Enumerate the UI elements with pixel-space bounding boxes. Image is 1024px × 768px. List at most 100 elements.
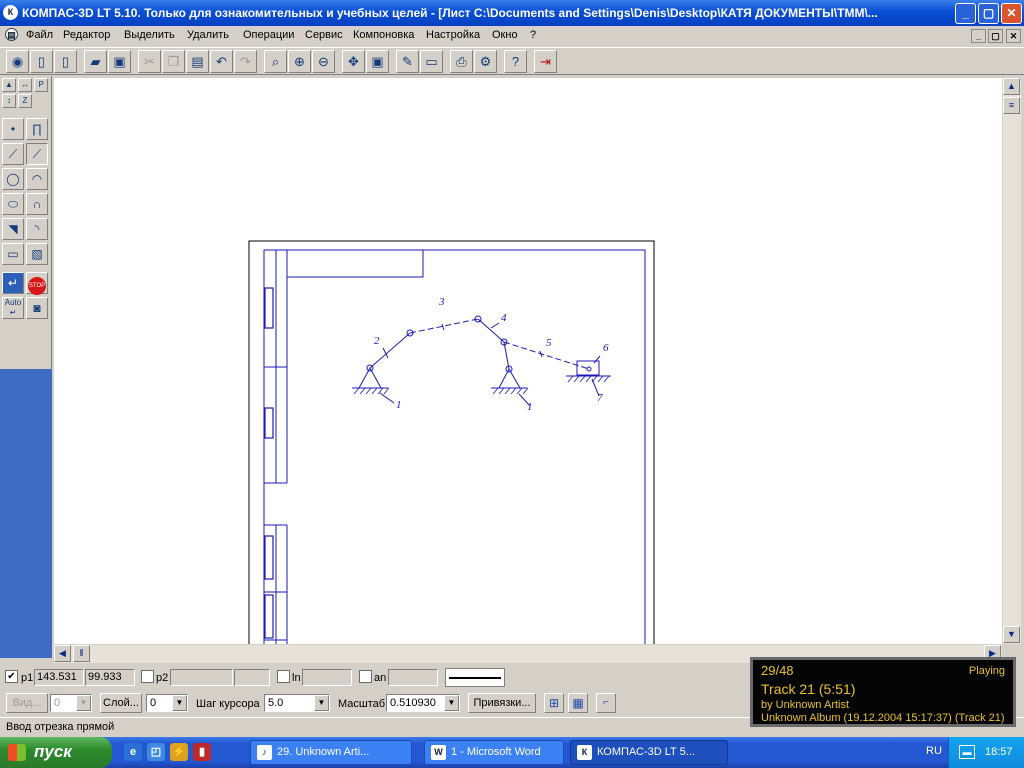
- menu-file[interactable]: Файл: [26, 29, 53, 41]
- circle-tool-icon[interactable]: ◯: [2, 168, 24, 190]
- start-button[interactable]: пуск: [0, 737, 112, 768]
- task-kompas[interactable]: К КОМПАС-3D LT 5...: [570, 740, 728, 765]
- p2-y-field[interactable]: [234, 669, 270, 686]
- grid-snap-icon[interactable]: ⊞: [544, 693, 564, 713]
- segment-tool-icon[interactable]: ⟋: [2, 143, 24, 165]
- new-sheet-icon[interactable]: ▯: [54, 50, 77, 73]
- document-icon[interactable]: ▤: [5, 28, 18, 41]
- ln-field[interactable]: [302, 669, 352, 686]
- menu-layout[interactable]: Компоновка: [353, 29, 414, 41]
- media-icon[interactable]: ⚡: [170, 743, 188, 761]
- ellipse-tool-icon[interactable]: ⬭: [2, 193, 24, 215]
- scroll-down-icon[interactable]: ▼: [1003, 626, 1020, 643]
- grid-icon[interactable]: ▦: [568, 693, 588, 713]
- scroll-up-icon[interactable]: ▲: [1003, 78, 1020, 95]
- scroll-thumb-horizontal[interactable]: ⦀: [73, 645, 90, 662]
- print-icon[interactable]: ⚙: [474, 50, 497, 73]
- player-icon[interactable]: ▮: [193, 743, 211, 761]
- cut-icon[interactable]: ✂: [138, 50, 161, 73]
- scale-select[interactable]: 0.510930 ▼: [386, 694, 460, 712]
- tray-icon[interactable]: ▬: [959, 745, 975, 759]
- scroll-thumb-vertical[interactable]: ≡: [1003, 97, 1020, 114]
- desktop-icon[interactable]: ◰: [147, 743, 165, 761]
- doc-restore-button[interactable]: ▢: [988, 29, 1003, 43]
- text-tab-icon[interactable]: P: [34, 78, 48, 92]
- zoom-fit-icon[interactable]: ▣: [366, 50, 389, 73]
- menu-operations[interactable]: Операции: [243, 29, 294, 41]
- doc-close-button[interactable]: ✕: [1006, 29, 1021, 43]
- pan-icon[interactable]: ✥: [342, 50, 365, 73]
- line-style-selector[interactable]: [445, 668, 505, 687]
- menu-delete[interactable]: Удалить: [187, 29, 229, 41]
- layer-button[interactable]: Слой...: [100, 693, 142, 713]
- exit-icon[interactable]: ⇥: [534, 50, 557, 73]
- aux-line-tool-icon[interactable]: ∏: [26, 118, 48, 140]
- save-icon[interactable]: ◉: [6, 50, 29, 73]
- snaps-button[interactable]: Привязки...: [468, 693, 536, 713]
- parametric-tab-icon[interactable]: Z: [18, 94, 32, 108]
- zoom-window-icon[interactable]: ⌕: [264, 50, 287, 73]
- chamfer-tool-icon[interactable]: ◥: [2, 218, 24, 240]
- copy-icon[interactable]: ❐: [162, 50, 185, 73]
- arc-tool-icon[interactable]: ◠: [26, 168, 48, 190]
- zoom-out-icon[interactable]: ⊖: [312, 50, 335, 73]
- menu-window[interactable]: Окно: [492, 29, 518, 41]
- controls-bar: Вид... 0 ▼ Слой... 0 ▼ Шаг курсора 5.0 ▼ Ма…: [0, 690, 750, 716]
- layer-select[interactable]: 0 ▼: [146, 694, 188, 712]
- floppy-icon[interactable]: ▣: [108, 50, 131, 73]
- spline-tool-icon[interactable]: ∩: [26, 193, 48, 215]
- minimize-button[interactable]: _: [955, 3, 976, 24]
- fillet-tool-icon[interactable]: ◝: [26, 218, 48, 240]
- stop-icon[interactable]: STOP: [26, 272, 48, 295]
- print-preview-icon[interactable]: ⎙: [450, 50, 473, 73]
- task-media-player[interactable]: ♪ 29. Unknown Arti...: [250, 740, 412, 765]
- view-select[interactable]: 0 ▼: [50, 694, 92, 712]
- drawing-canvas[interactable]: 1 2 3 4 5 6 7 1: [54, 78, 1002, 644]
- new-document-icon[interactable]: ▯: [30, 50, 53, 73]
- kompas-app-icon[interactable]: К: [3, 5, 18, 20]
- scroll-left-icon[interactable]: ◀: [54, 645, 71, 662]
- doc-minimize-button[interactable]: _: [971, 29, 986, 43]
- undo-icon[interactable]: ↶: [210, 50, 233, 73]
- auto-create-icon[interactable]: Auto ↵: [2, 297, 24, 319]
- language-indicator[interactable]: RU: [926, 745, 942, 757]
- close-button[interactable]: ✕: [1001, 3, 1022, 24]
- properties-icon[interactable]: ✎: [396, 50, 419, 73]
- p2-x-field[interactable]: [170, 669, 233, 686]
- zoom-in-icon[interactable]: ⊕: [288, 50, 311, 73]
- an-checkbox[interactable]: [359, 670, 372, 683]
- ortho-icon[interactable]: ⌐: [596, 693, 616, 713]
- p1-x-field[interactable]: 143.531: [34, 669, 84, 686]
- p2-checkbox[interactable]: [141, 670, 154, 683]
- line-tool-icon[interactable]: ⟋: [26, 143, 48, 165]
- media-player-overlay[interactable]: 29/48 Playing Track 21 (5:51) by Unknown…: [750, 657, 1016, 727]
- p1-y-field[interactable]: 99.933: [85, 669, 135, 686]
- enter-icon[interactable]: ↵: [2, 272, 24, 294]
- task-word[interactable]: W1 - Microsoft Word: [424, 740, 564, 765]
- rectangle-tool-icon[interactable]: ▭: [2, 243, 24, 265]
- menu-service[interactable]: Сервис: [305, 29, 343, 41]
- redo-icon[interactable]: ↷: [234, 50, 257, 73]
- menu-select[interactable]: Выделить: [124, 29, 175, 41]
- geometry-tab-icon[interactable]: ▲: [2, 78, 16, 92]
- dimensions-tab-icon[interactable]: ↔: [18, 78, 32, 92]
- vertical-scrollbar[interactable]: ▲ ≡ ▼: [1003, 78, 1021, 644]
- menu-help[interactable]: ?: [530, 29, 536, 41]
- p1-checkbox[interactable]: ✔: [5, 670, 18, 683]
- ie-icon[interactable]: e: [124, 743, 142, 761]
- menu-settings[interactable]: Настройка: [426, 29, 480, 41]
- open-folder-icon[interactable]: ▰: [84, 50, 107, 73]
- an-field[interactable]: [388, 669, 438, 686]
- snapshot-icon[interactable]: ◙: [26, 297, 48, 319]
- edit-tab-icon[interactable]: ↕: [2, 94, 16, 108]
- cursor-step-select[interactable]: 5.0 ▼: [264, 694, 330, 712]
- point-tool-icon[interactable]: •: [2, 118, 24, 140]
- help-icon[interactable]: ?: [504, 50, 527, 73]
- maximize-button[interactable]: ▢: [978, 3, 999, 24]
- view-button[interactable]: Вид...: [6, 693, 48, 713]
- menu-editor[interactable]: Редактор: [63, 29, 110, 41]
- ln-checkbox[interactable]: [277, 670, 290, 683]
- hatch-tool-icon[interactable]: ▧: [26, 243, 48, 265]
- paste-icon[interactable]: ▤: [186, 50, 209, 73]
- sheet-icon[interactable]: ▭: [420, 50, 443, 73]
